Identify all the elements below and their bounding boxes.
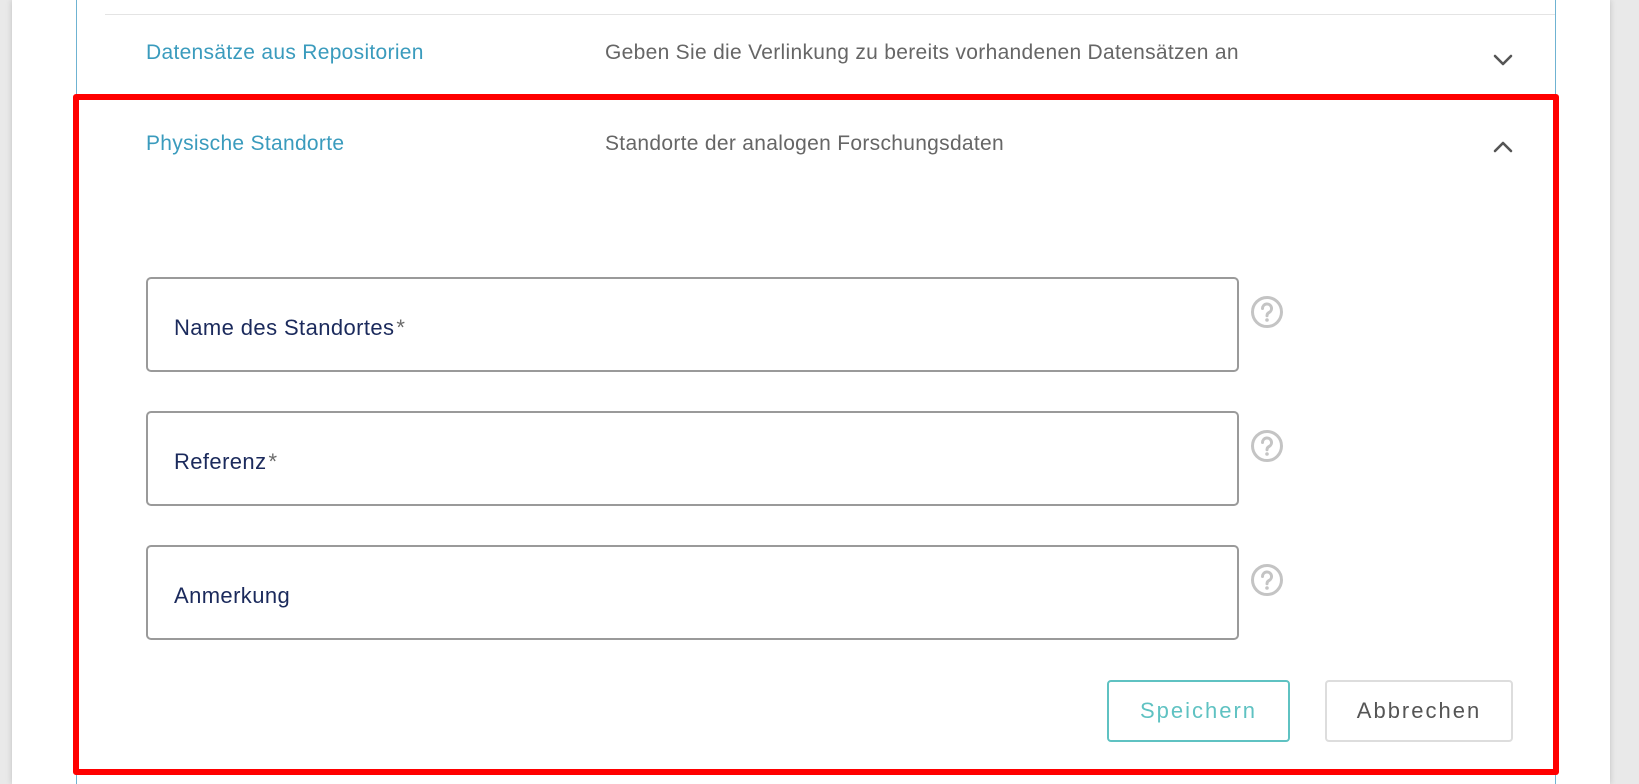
chevron-down-icon[interactable] xyxy=(1490,47,1516,73)
section-description: Geben Sie die Verlinkung zu bereits vorh… xyxy=(605,41,1239,64)
section-title[interactable]: Datensätze aus Repositorien xyxy=(146,41,424,65)
highlight-box xyxy=(73,94,1559,775)
divider xyxy=(105,14,1555,15)
